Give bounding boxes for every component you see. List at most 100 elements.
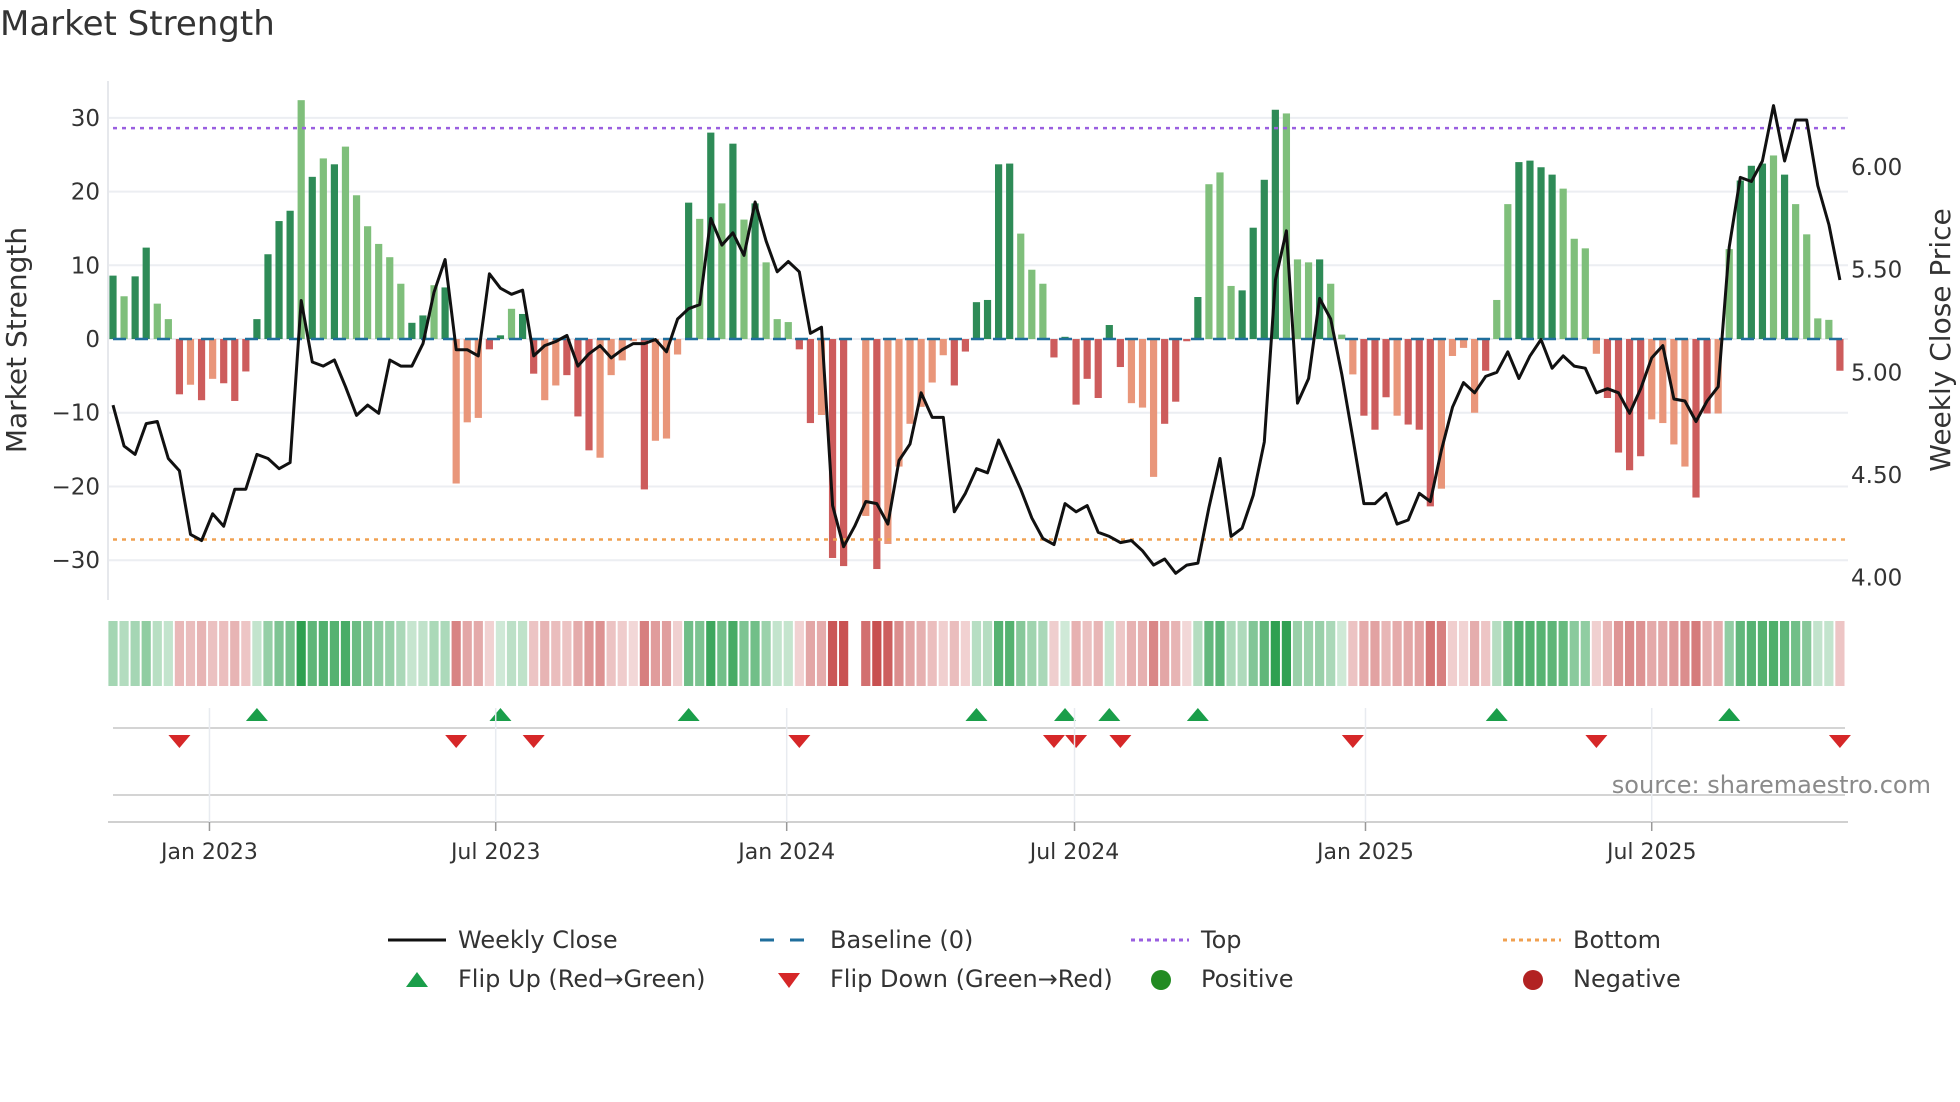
strength-bar [1282, 113, 1291, 340]
strip-cell [219, 621, 229, 686]
strength-bar [939, 339, 947, 356]
strength-bar [795, 339, 803, 350]
strip-cell [1658, 621, 1668, 686]
strip-cell [517, 621, 528, 686]
strength-bar [441, 287, 449, 340]
strength-bar [131, 276, 139, 340]
strength-bar [186, 339, 195, 385]
strip-cell [1259, 621, 1269, 686]
strength-bar [1172, 339, 1180, 402]
strength-bar [1393, 339, 1401, 416]
flip-up-marker [1098, 708, 1121, 721]
strip-cell [1591, 621, 1601, 686]
strength-bar [895, 339, 903, 467]
strength-bar [1249, 227, 1257, 340]
flip-down-marker [445, 735, 468, 748]
strength-bar [773, 319, 781, 340]
strip-cell [1414, 621, 1424, 686]
strip-cell [396, 621, 406, 686]
strength-bar [1371, 339, 1379, 430]
strength-bar [1758, 163, 1767, 340]
strength-bar [784, 322, 792, 340]
flip-down-marker [1341, 735, 1364, 748]
strength-bar [1404, 339, 1412, 425]
flip-down-marker [1042, 735, 1065, 748]
strength-bar [1482, 339, 1490, 371]
flip-up-marker [489, 708, 512, 721]
strip-cell [1813, 621, 1823, 686]
strip-cell [108, 621, 118, 686]
strip-cell [573, 621, 583, 686]
strip-cell [329, 621, 339, 686]
strip-cell [1016, 621, 1026, 686]
strip-cell [1525, 621, 1535, 686]
strength-bar [1836, 339, 1844, 371]
strip-cell [1027, 621, 1037, 686]
strength-bar [264, 254, 272, 340]
strength-bar [685, 202, 693, 340]
strength-bar [364, 226, 372, 340]
strip-cell [385, 621, 395, 686]
strip-cell [717, 621, 727, 686]
strength-bar [1426, 339, 1434, 507]
flip-up-marker [1054, 708, 1077, 721]
strip-cell [1160, 621, 1170, 686]
strength-bar [1504, 204, 1512, 340]
strength-bar [1138, 339, 1147, 408]
strength-bar [330, 164, 338, 340]
strip-cell [595, 621, 605, 686]
strip-cell [761, 621, 771, 686]
strength-bar [1769, 155, 1778, 340]
strength-bar [873, 339, 881, 570]
strength-bar [408, 322, 416, 340]
strength-bar [1736, 180, 1744, 340]
strip-cell [905, 621, 915, 686]
strip-cell [484, 621, 494, 686]
strip-cell [1580, 621, 1590, 686]
strip-cell [363, 621, 373, 686]
strength-bar [1548, 174, 1556, 340]
strip-cell [1757, 621, 1768, 686]
strength-bar [1050, 339, 1058, 358]
strength-bar [1825, 319, 1833, 340]
strip-cell [318, 621, 328, 686]
strip-cell [418, 621, 428, 686]
y-tick-label-left: 10 [71, 253, 100, 279]
strength-bar [308, 176, 316, 340]
strength-bar [319, 158, 327, 340]
strip-cell [1669, 621, 1679, 686]
strength-bar [552, 339, 560, 386]
strip-cell [196, 621, 207, 686]
strength-bar [928, 339, 936, 383]
strength-bar [231, 339, 239, 401]
strength-bar [1415, 339, 1423, 430]
strip-cell [916, 621, 926, 686]
flip-down-marker [1065, 735, 1088, 748]
strip-cell [1691, 621, 1701, 686]
strip-cell [473, 621, 483, 686]
state-strip [108, 621, 1845, 686]
strength-bar [1780, 174, 1789, 340]
strip-cell [351, 621, 362, 686]
strip-cell [794, 621, 804, 686]
strength-bar [1293, 259, 1302, 340]
y-tick-label-right: 6.00 [1851, 155, 1902, 181]
strip-cell [606, 621, 616, 686]
strength-bar [673, 339, 682, 355]
strength-bar [397, 283, 405, 340]
strip-cell [1768, 621, 1779, 686]
strip-cell [1005, 621, 1015, 686]
strip-cell [174, 621, 185, 686]
strip-cell [1636, 621, 1646, 686]
strip-cell [927, 621, 937, 686]
flip-up-marker [1718, 708, 1741, 721]
flip-down-marker [788, 735, 811, 748]
strip-cell [1503, 621, 1513, 686]
strip-cell [1315, 621, 1325, 686]
strength-bar [718, 203, 726, 340]
strength-bar [1382, 339, 1390, 398]
flip-up-marker [245, 708, 268, 721]
y-tick-label-left: 30 [71, 106, 100, 132]
strip-cell [1425, 621, 1435, 686]
strip-cell [982, 621, 993, 686]
